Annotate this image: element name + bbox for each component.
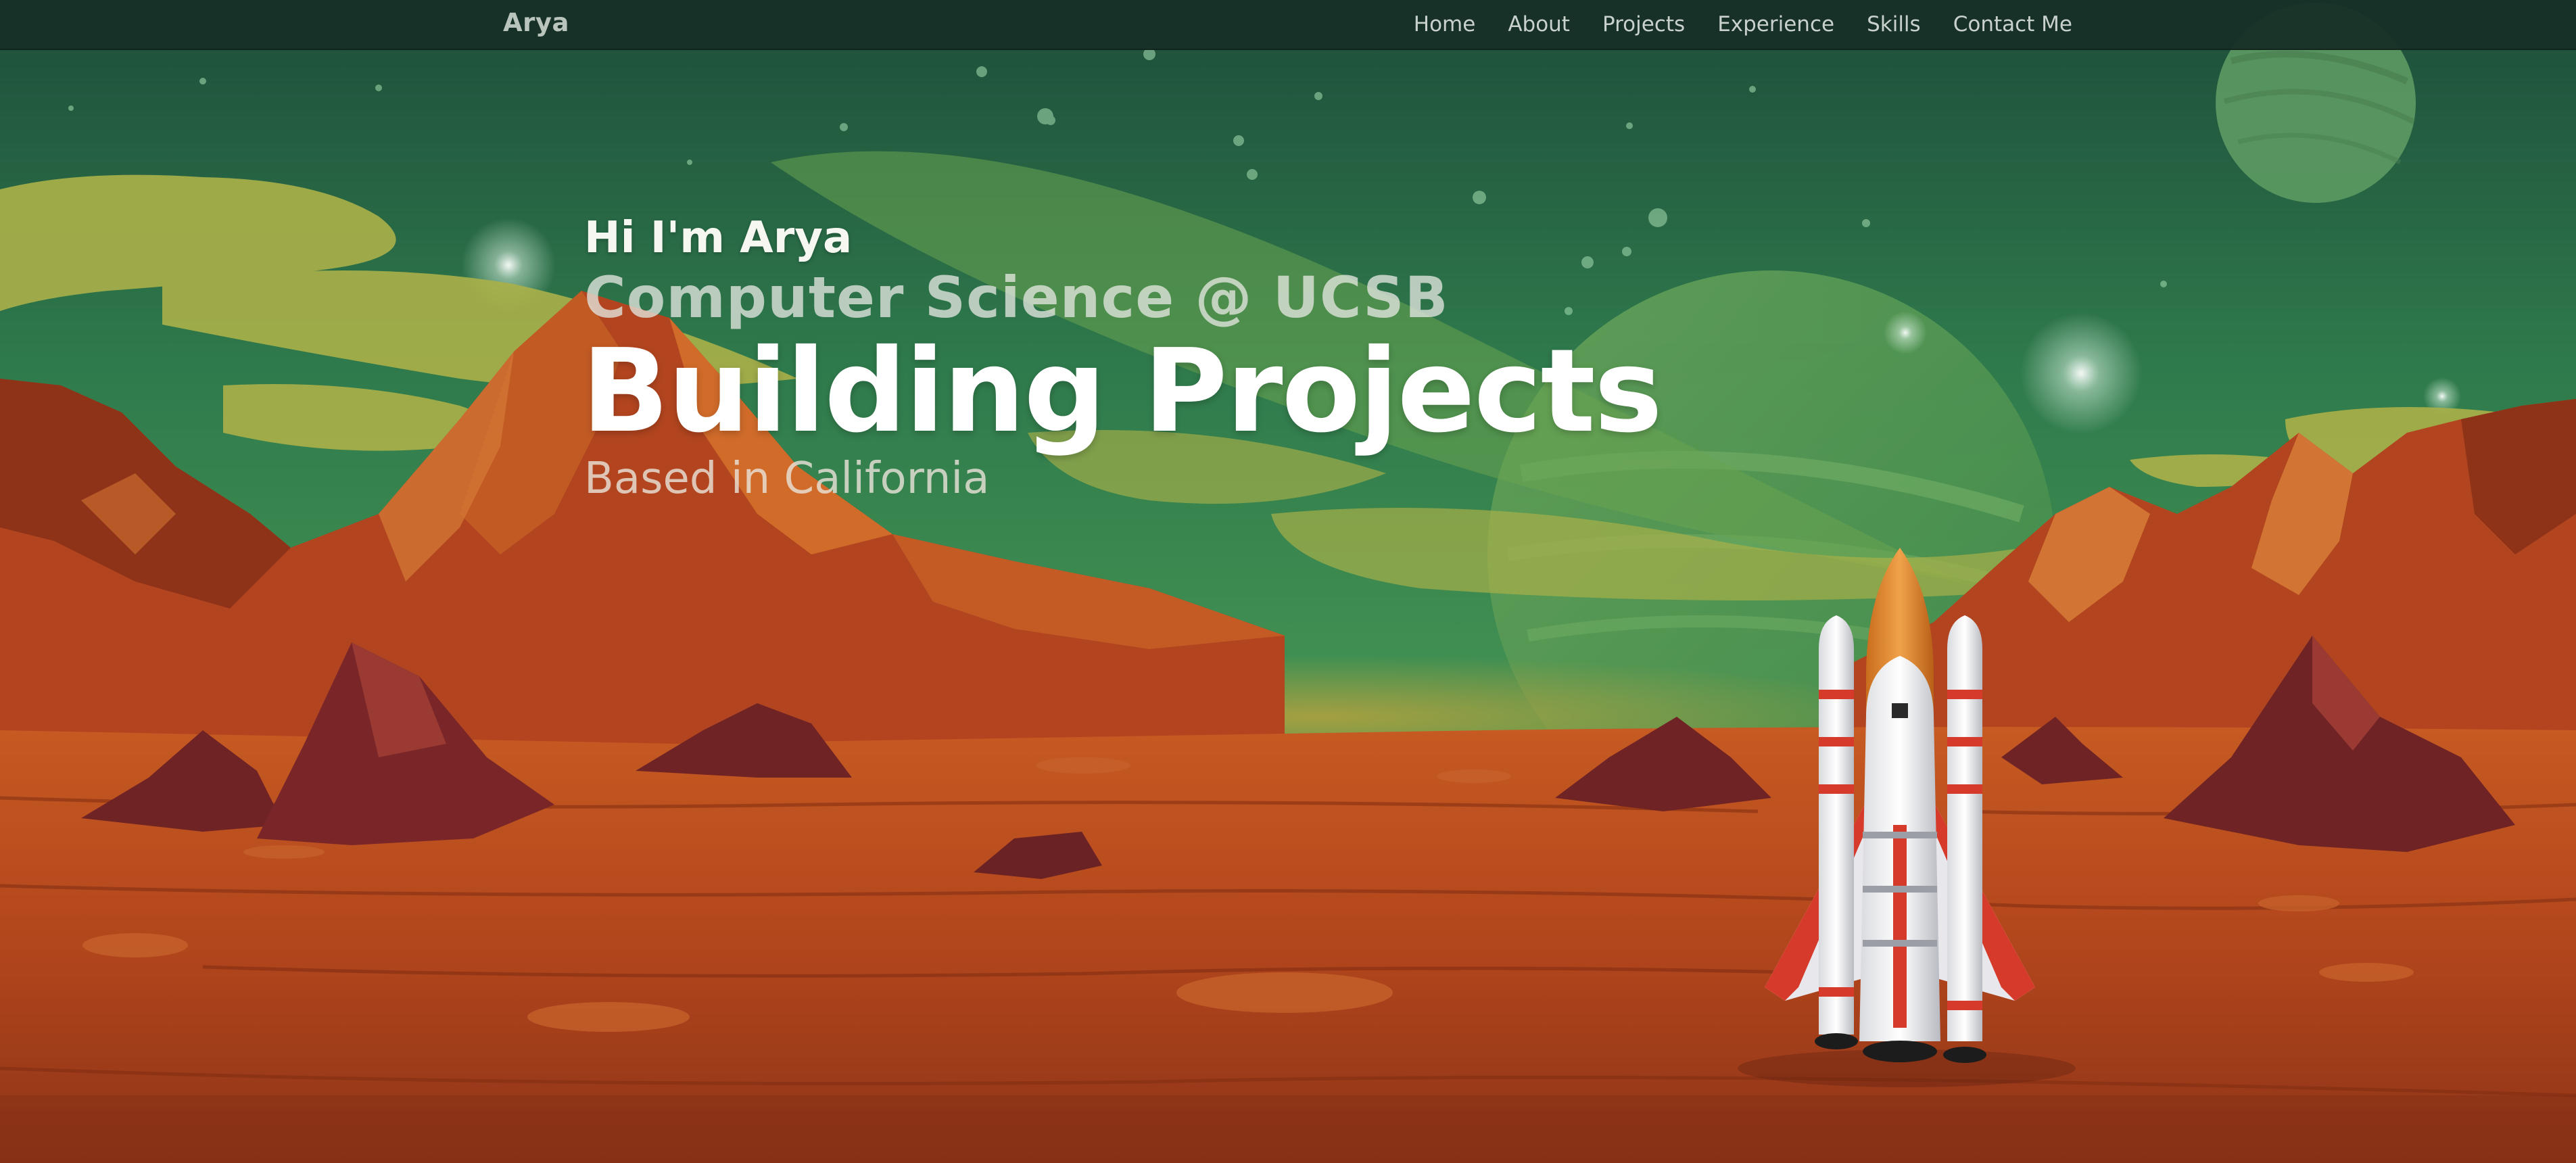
nav-link-skills[interactable]: Skills	[1867, 12, 1921, 37]
hero-subtitle: Computer Science @ UCSB	[584, 264, 1449, 331]
mars-landscape-illustration	[0, 0, 2576, 1163]
nav-link-experience[interactable]: Experience	[1717, 12, 1834, 37]
hero-greeting: Hi I'm Arya	[584, 213, 853, 263]
nav-link-about[interactable]: About	[1508, 12, 1570, 37]
nav-link-contact[interactable]: Contact Me	[1953, 12, 2072, 37]
hero-headline: Building Projects	[581, 325, 1663, 458]
nav-links: Home About Projects Experience Skills Co…	[1414, 0, 2072, 49]
hero-section: Hi I'm Arya Computer Science @ UCSB Buil…	[581, 211, 1663, 506]
page: Arya Home About Projects Experience Skil…	[0, 0, 2576, 1163]
hero-location: Based in California	[584, 454, 990, 504]
top-navbar: Arya Home About Projects Experience Skil…	[0, 0, 2576, 50]
brand-logo-link[interactable]: Arya	[503, 8, 569, 37]
nav-link-projects[interactable]: Projects	[1602, 12, 1685, 37]
nav-link-home[interactable]: Home	[1414, 12, 1476, 37]
